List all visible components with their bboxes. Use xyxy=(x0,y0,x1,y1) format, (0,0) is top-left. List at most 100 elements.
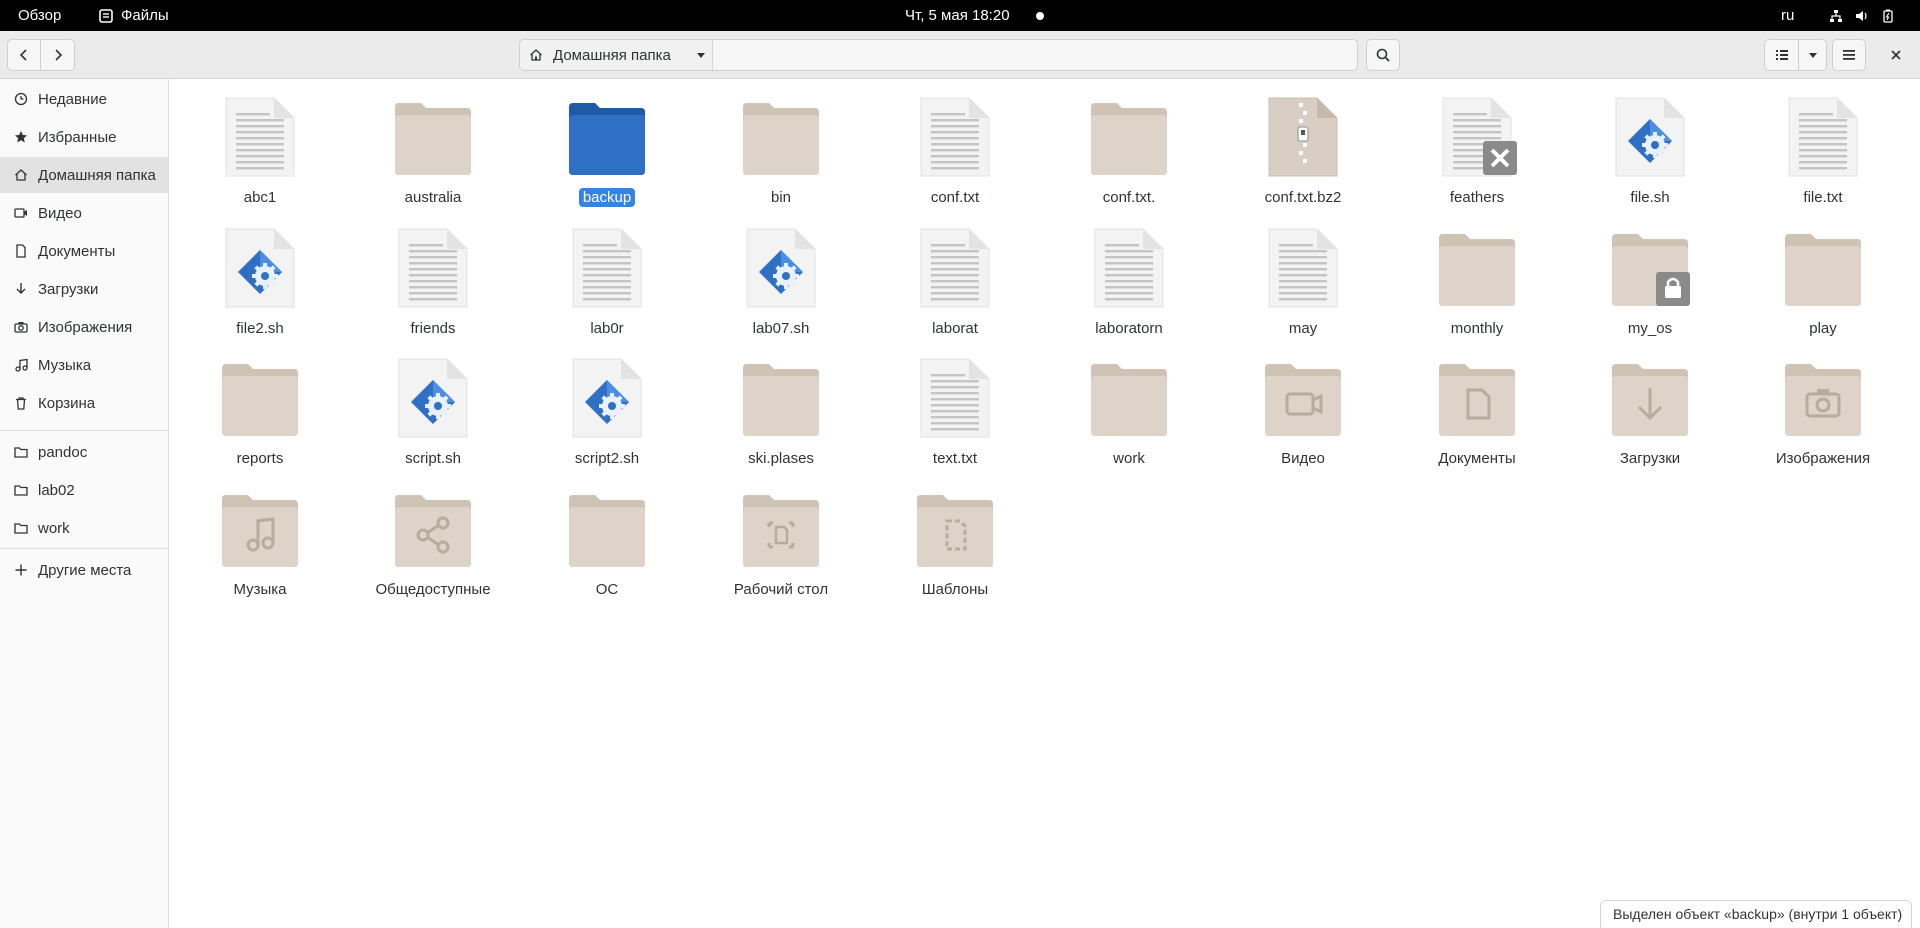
sidebar-item-place-1[interactable]: Избранные xyxy=(0,119,168,155)
file-name: laborat xyxy=(880,320,1030,337)
file-name: monthly xyxy=(1402,320,1552,337)
path-bar[interactable]: Домашняя папка xyxy=(519,39,1358,71)
file-item[interactable]: laboratorn xyxy=(1054,210,1204,338)
plus-icon xyxy=(15,564,27,576)
sidebar-item-place-3[interactable]: Видео xyxy=(0,195,168,231)
file-item[interactable]: Документы xyxy=(1402,340,1552,468)
file-item[interactable]: laborat xyxy=(880,210,1030,338)
file-name-text: reports xyxy=(236,450,284,467)
search-button[interactable] xyxy=(1366,39,1400,71)
file-name: file.txt xyxy=(1748,189,1898,206)
status-floating-bar: Выделен объект «backup» (внутри 1 объект… xyxy=(1600,900,1912,928)
sidebar-item-place-8[interactable]: Корзина xyxy=(0,385,168,421)
file-item[interactable]: abc1 xyxy=(185,79,335,207)
file-item[interactable]: backup xyxy=(532,79,682,207)
file-name-text: australia xyxy=(404,189,462,206)
sidebar-item-place-0[interactable]: Недавние xyxy=(0,81,168,117)
file-item[interactable]: file.txt xyxy=(1748,79,1898,207)
file-item[interactable]: my_os xyxy=(1575,210,1725,338)
file-item[interactable]: Загрузки xyxy=(1575,340,1725,468)
back-button[interactable] xyxy=(7,39,41,71)
file-item[interactable]: file.sh xyxy=(1575,79,1725,207)
sidebar-item-place-4[interactable]: Документы xyxy=(0,233,168,269)
desktop-folder-icon xyxy=(741,487,821,571)
sidebar-item-place-7[interactable]: Музыка xyxy=(0,347,168,383)
sidebar-item-place-5[interactable]: Загрузки xyxy=(0,271,168,307)
sidebar-item-label: Загрузки xyxy=(38,280,99,298)
file-grid[interactable]: abc1 australia backup bin conf.txt conf.… xyxy=(170,79,1920,928)
file-item[interactable]: reports xyxy=(185,340,335,468)
file-name: Загрузки xyxy=(1575,450,1725,467)
file-item[interactable]: play xyxy=(1748,210,1898,338)
list-view-button[interactable] xyxy=(1764,39,1799,71)
file-item[interactable]: friends xyxy=(358,210,508,338)
sidebar-item-label: Избранные xyxy=(38,128,117,146)
file-item[interactable]: conf.txt.bz2 xyxy=(1228,79,1378,207)
close-window-button[interactable] xyxy=(1880,39,1912,71)
file-name: feathers xyxy=(1402,189,1552,206)
documents-folder-icon xyxy=(1437,356,1517,440)
file-name-text: Общедоступные xyxy=(375,581,491,598)
file-item[interactable]: monthly xyxy=(1402,210,1552,338)
file-name: ОС xyxy=(532,581,682,598)
folder-icon xyxy=(741,95,821,179)
battery-icon xyxy=(1883,9,1893,23)
file-name: my_os xyxy=(1575,320,1725,337)
file-item[interactable]: ski.plases xyxy=(706,340,856,468)
keyboard-layout[interactable]: ru xyxy=(1781,0,1794,31)
sidebar-item-bookmark-2[interactable]: work xyxy=(0,510,168,546)
file-name-text: may xyxy=(1288,320,1318,337)
file-item[interactable]: file2.sh xyxy=(185,210,335,338)
shell-script-icon xyxy=(741,226,821,310)
file-name: laboratorn xyxy=(1054,320,1204,337)
sidebar-item-label: Домашняя папка xyxy=(38,166,156,184)
forward-button[interactable] xyxy=(41,39,75,71)
sidebar-item-bookmark-1[interactable]: lab02 xyxy=(0,472,168,508)
app-menu-button[interactable]: Файлы xyxy=(99,0,169,31)
path-bar-empty[interactable] xyxy=(713,40,1357,70)
file-name-text: lab0r xyxy=(590,320,624,337)
file-item[interactable]: work xyxy=(1054,340,1204,468)
file-name-text: Загрузки xyxy=(1619,450,1681,467)
file-item[interactable]: may xyxy=(1228,210,1378,338)
sidebar-item-place-2[interactable]: Домашняя папка xyxy=(0,157,168,193)
caret-down-icon xyxy=(1808,53,1817,58)
file-item[interactable]: text.txt xyxy=(880,340,1030,468)
camera-icon xyxy=(14,322,28,333)
file-item[interactable]: Изображения xyxy=(1748,340,1898,468)
file-item[interactable]: Рабочий стол xyxy=(706,471,856,599)
file-item[interactable]: conf.txt xyxy=(880,79,1030,207)
file-name-text: conf.txt xyxy=(930,189,980,206)
chevron-left-icon xyxy=(19,49,27,61)
sidebar-item-bookmark-0[interactable]: pandoc xyxy=(0,434,168,470)
file-item[interactable]: Музыка xyxy=(185,471,335,599)
path-segment-home[interactable]: Домашняя папка xyxy=(520,40,713,70)
shell-script-icon xyxy=(1610,95,1690,179)
system-menu[interactable] xyxy=(1829,0,1895,31)
activities-button[interactable]: Обзор xyxy=(18,0,61,31)
sidebar-item-place-6[interactable]: Изображения xyxy=(0,309,168,345)
file-name: ski.plases xyxy=(706,450,856,467)
video-icon xyxy=(14,208,27,218)
file-name-text: Видео xyxy=(1281,450,1325,467)
file-item[interactable]: australia xyxy=(358,79,508,207)
file-item[interactable]: conf.txt. xyxy=(1054,79,1204,207)
file-item[interactable]: bin xyxy=(706,79,856,207)
view-options-button[interactable] xyxy=(1799,39,1827,71)
file-item[interactable]: Видео xyxy=(1228,340,1378,468)
file-item[interactable]: ОС xyxy=(532,471,682,599)
folder-icon xyxy=(393,95,473,179)
caret-down-icon[interactable] xyxy=(695,49,707,61)
sidebar-item-label: Документы xyxy=(38,242,116,260)
clock[interactable]: Чт, 5 мая 18:20 xyxy=(905,0,1010,31)
file-item[interactable]: feathers xyxy=(1402,79,1552,207)
main-menu-button[interactable] xyxy=(1832,39,1866,71)
file-item[interactable]: script.sh xyxy=(358,340,508,468)
file-item[interactable]: Общедоступные xyxy=(358,471,508,599)
file-item[interactable]: script2.sh xyxy=(532,340,682,468)
file-item[interactable]: lab07.sh xyxy=(706,210,856,338)
sidebar-item-other-locations[interactable]: Другие места xyxy=(0,552,168,588)
file-name: script.sh xyxy=(358,450,508,467)
file-item[interactable]: lab0r xyxy=(532,210,682,338)
file-item[interactable]: Шаблоны xyxy=(880,471,1030,599)
